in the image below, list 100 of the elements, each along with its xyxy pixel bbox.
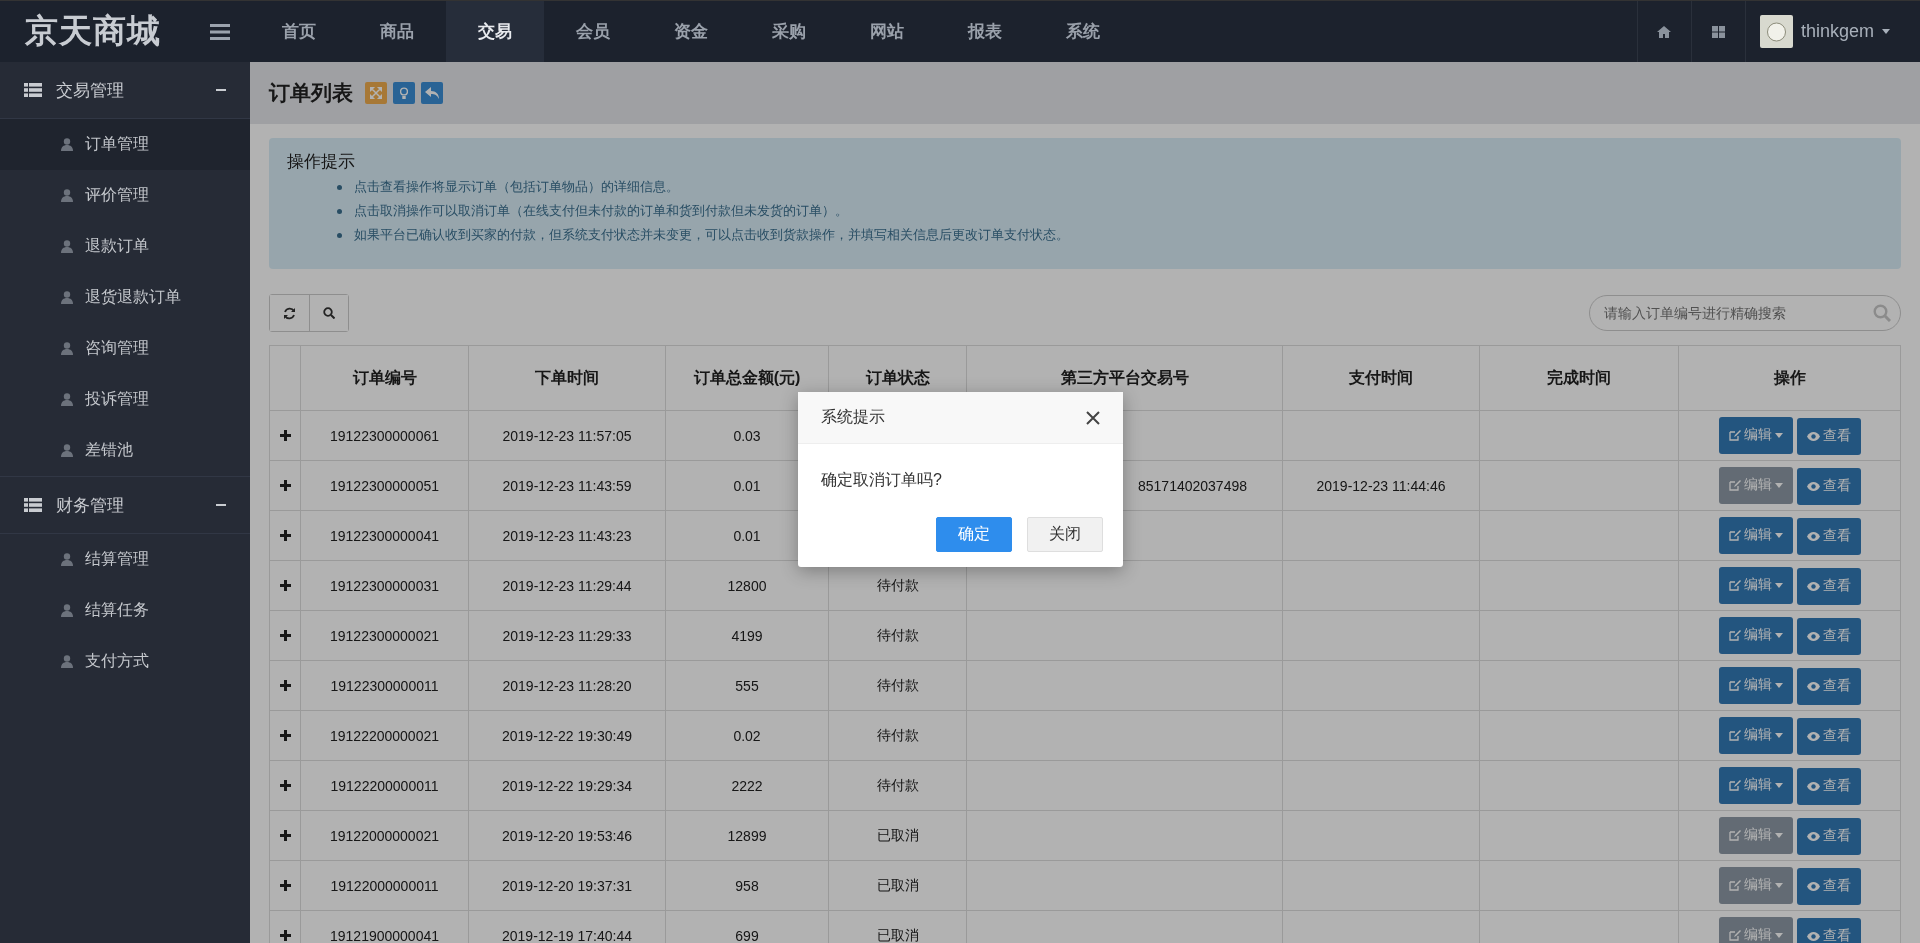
dialog-button[interactable]: 确定	[936, 517, 1012, 552]
expand-icon[interactable]	[279, 880, 291, 891]
caret-icon[interactable]	[1774, 782, 1783, 788]
edit-button[interactable]: 编辑	[1718, 516, 1793, 554]
eye-icon[interactable]	[1806, 531, 1820, 541]
view-button[interactable]: 查看	[1796, 467, 1861, 505]
nav-tab[interactable]: 网站	[838, 1, 936, 62]
expand-icon[interactable]	[279, 780, 291, 791]
eye-icon[interactable]	[1806, 881, 1820, 891]
sidebar-item[interactable]: 咨询管理	[0, 323, 250, 374]
expand-icon[interactable]	[279, 430, 291, 441]
view-button[interactable]: 查看	[1796, 717, 1861, 755]
sidebar-item[interactable]: 支付方式	[0, 636, 250, 687]
search-button[interactable]	[309, 295, 348, 331]
brand-logo[interactable]: 京天商城	[25, 9, 161, 54]
sidebar-item[interactable]: 订单管理	[0, 119, 250, 170]
pencil-icon[interactable]	[1728, 579, 1741, 591]
view-button[interactable]: 查看	[1796, 567, 1861, 605]
sidebar-section[interactable]: 财务管理	[0, 476, 250, 534]
edit-button[interactable]: 编辑	[1718, 616, 1793, 654]
list-icon	[24, 83, 42, 97]
sidebar-item[interactable]: 退款订单	[0, 221, 250, 272]
grid-icon[interactable]	[1711, 25, 1725, 38]
tip-button[interactable]	[393, 82, 415, 104]
pencil-icon[interactable]	[1728, 429, 1741, 441]
back-button[interactable]	[421, 82, 443, 104]
expand-icon[interactable]	[279, 480, 291, 491]
table-cell: 2019-12-22 19:29:34	[468, 760, 666, 811]
caret-icon[interactable]	[1774, 632, 1783, 638]
eye-icon[interactable]	[1806, 631, 1820, 641]
avatar[interactable]	[1759, 15, 1793, 48]
pencil-icon[interactable]	[1728, 779, 1741, 791]
eye-icon[interactable]	[1806, 431, 1820, 441]
modal-backdrop[interactable]	[250, 62, 1920, 943]
sidebar-item[interactable]: 评价管理	[0, 170, 250, 221]
sidebar-item[interactable]: 投诉管理	[0, 374, 250, 425]
pencil-icon[interactable]	[1728, 729, 1741, 741]
sidebar-item[interactable]: 结算任务	[0, 585, 250, 636]
eye-icon[interactable]	[1806, 731, 1820, 741]
nav-tab[interactable]: 首页	[250, 1, 348, 62]
reply-arrow-icon[interactable]	[425, 87, 439, 99]
home-icon[interactable]	[1657, 25, 1672, 38]
refresh-icon[interactable]	[283, 306, 296, 320]
lightbulb-icon[interactable]	[400, 86, 408, 100]
caret-icon[interactable]	[1774, 732, 1783, 738]
table-cell: 19122200000011	[300, 760, 469, 811]
view-button[interactable]: 查看	[1796, 617, 1861, 655]
eye-icon[interactable]	[1806, 931, 1820, 941]
view-button[interactable]: 查看	[1796, 867, 1861, 905]
eye-icon[interactable]	[1806, 681, 1820, 691]
nav-tab[interactable]: 系统	[1034, 1, 1132, 62]
close-icon[interactable]	[1086, 410, 1100, 425]
sidebar-item[interactable]: 退货退款订单	[0, 272, 250, 323]
view-button[interactable]: 查看	[1796, 517, 1861, 555]
view-button[interactable]: 查看	[1796, 767, 1861, 805]
nav-tab[interactable]: 报表	[936, 1, 1034, 62]
view-button[interactable]: 查看	[1796, 817, 1861, 855]
view-button[interactable]: 查看	[1796, 667, 1861, 705]
edit-button[interactable]: 编辑	[1718, 566, 1793, 604]
menu-icon[interactable]	[210, 23, 230, 40]
caret-icon[interactable]	[1774, 432, 1783, 438]
user-icon	[61, 553, 73, 566]
table-cell: 待付款	[828, 610, 967, 661]
nav-tab[interactable]: 商品	[348, 1, 446, 62]
nav-tab[interactable]: 交易	[446, 1, 544, 62]
expand-icon[interactable]	[279, 630, 291, 641]
eye-icon[interactable]	[1806, 781, 1820, 791]
eye-icon[interactable]	[1806, 831, 1820, 841]
user-menu[interactable]: thinkgem	[1800, 21, 1874, 42]
view-button[interactable]: 查看	[1796, 417, 1861, 455]
nav-tab[interactable]: 会员	[544, 1, 642, 62]
expand-icon[interactable]	[279, 830, 291, 841]
nav-tab[interactable]: 资金	[642, 1, 740, 62]
eye-icon[interactable]	[1806, 581, 1820, 591]
nav-tab[interactable]: 采购	[740, 1, 838, 62]
caret-icon[interactable]	[1774, 582, 1783, 588]
eye-icon[interactable]	[1806, 481, 1820, 491]
pencil-icon[interactable]	[1728, 679, 1741, 691]
table-cell: 2019-12-20 19:37:31	[468, 860, 666, 911]
expand-icon[interactable]	[279, 730, 291, 741]
dialog-button[interactable]: 关闭	[1027, 517, 1103, 552]
expand-icon[interactable]	[279, 930, 291, 941]
caret-icon[interactable]	[1774, 532, 1783, 538]
edit-button[interactable]: 编辑	[1718, 716, 1793, 754]
caret-icon[interactable]	[1882, 29, 1890, 34]
expand-icon[interactable]	[279, 580, 291, 591]
expand-icon[interactable]	[279, 680, 291, 691]
expand-icon[interactable]	[279, 530, 291, 541]
view-button[interactable]: 查看	[1796, 917, 1861, 943]
sidebar-item[interactable]: 差错池	[0, 425, 250, 476]
search-field[interactable]: 请输入订单编号进行精确搜索	[1589, 295, 1901, 331]
table-cell: 2019-12-23 11:28:20	[468, 660, 666, 711]
search-icon[interactable]	[323, 307, 335, 319]
edit-button[interactable]: 编辑	[1718, 766, 1793, 804]
edit-button[interactable]: 编辑	[1718, 416, 1793, 454]
pencil-icon[interactable]	[1728, 629, 1741, 641]
edit-button[interactable]: 编辑	[1718, 666, 1793, 704]
caret-icon[interactable]	[1774, 682, 1783, 688]
sidebar-item[interactable]: 结算管理	[0, 534, 250, 585]
pencil-icon[interactable]	[1728, 529, 1741, 541]
